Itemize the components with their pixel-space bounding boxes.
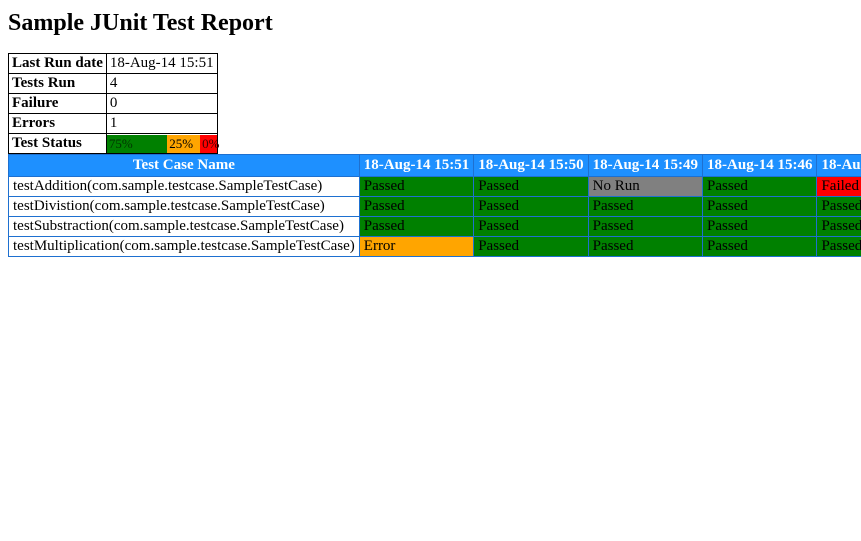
page-title: Sample JUnit Test Report: [8, 10, 853, 37]
summary-value: 1: [106, 114, 217, 134]
summary-status-row: Test Status75%25%0%: [9, 134, 218, 154]
summary-status-bar: 75%25%0%: [106, 134, 217, 154]
results-header-run: 18-Aug-14 15:46: [703, 155, 817, 177]
status-segment-green: 75%: [107, 135, 167, 153]
summary-value: 18-Aug-14 15:51: [106, 54, 217, 74]
summary-row: Last Run date18-Aug-14 15:51: [9, 54, 218, 74]
results-header-run: 18-Aug-14 15:45: [817, 155, 861, 177]
summary-row: Errors1: [9, 114, 218, 134]
summary-status-label: Test Status: [9, 134, 107, 154]
result-cell-passed: Passed: [703, 237, 817, 257]
result-cell-error: Error: [359, 237, 473, 257]
result-cell-passed: Passed: [817, 197, 861, 217]
result-cell-passed: Passed: [703, 217, 817, 237]
table-row: testMultiplication(com.sample.testcase.S…: [9, 237, 861, 257]
test-case-name: testDivistion(com.sample.testcase.Sample…: [9, 197, 360, 217]
results-header-run: 18-Aug-14 15:49: [588, 155, 702, 177]
result-cell-passed: Passed: [359, 197, 473, 217]
result-cell-passed: Passed: [474, 237, 588, 257]
result-cell-norun: No Run: [588, 177, 702, 197]
test-case-name: testMultiplication(com.sample.testcase.S…: [9, 237, 360, 257]
results-header-run: 18-Aug-14 15:51: [359, 155, 473, 177]
summary-row: Tests Run4: [9, 74, 218, 94]
summary-label: Last Run date: [9, 54, 107, 74]
summary-label: Failure: [9, 94, 107, 114]
test-case-name: testSubstraction(com.sample.testcase.Sam…: [9, 217, 360, 237]
result-cell-failed: Failed: [817, 177, 861, 197]
result-cell-passed: Passed: [588, 237, 702, 257]
result-cell-passed: Passed: [817, 237, 861, 257]
table-row: testDivistion(com.sample.testcase.Sample…: [9, 197, 861, 217]
result-cell-passed: Passed: [703, 197, 817, 217]
test-case-name: testAddition(com.sample.testcase.SampleT…: [9, 177, 360, 197]
result-cell-passed: Passed: [817, 217, 861, 237]
status-segment-red: 0%: [200, 135, 216, 153]
result-cell-passed: Passed: [474, 217, 588, 237]
summary-value: 0: [106, 94, 217, 114]
results-header-run: 18-Aug-14 15:50: [474, 155, 588, 177]
result-cell-passed: Passed: [703, 177, 817, 197]
summary-value: 4: [106, 74, 217, 94]
result-cell-passed: Passed: [359, 217, 473, 237]
summary-row: Failure0: [9, 94, 218, 114]
summary-label: Errors: [9, 114, 107, 134]
status-segment-orange: 25%: [167, 135, 200, 153]
results-header-name: Test Case Name: [9, 155, 360, 177]
result-cell-passed: Passed: [474, 197, 588, 217]
result-cell-passed: Passed: [474, 177, 588, 197]
result-cell-passed: Passed: [588, 197, 702, 217]
results-table: Test Case Name18-Aug-14 15:5118-Aug-14 1…: [8, 154, 861, 257]
table-row: testAddition(com.sample.testcase.SampleT…: [9, 177, 861, 197]
result-cell-passed: Passed: [359, 177, 473, 197]
summary-table: Last Run date18-Aug-14 15:51Tests Run4Fa…: [8, 53, 218, 154]
result-cell-passed: Passed: [588, 217, 702, 237]
table-row: testSubstraction(com.sample.testcase.Sam…: [9, 217, 861, 237]
summary-label: Tests Run: [9, 74, 107, 94]
